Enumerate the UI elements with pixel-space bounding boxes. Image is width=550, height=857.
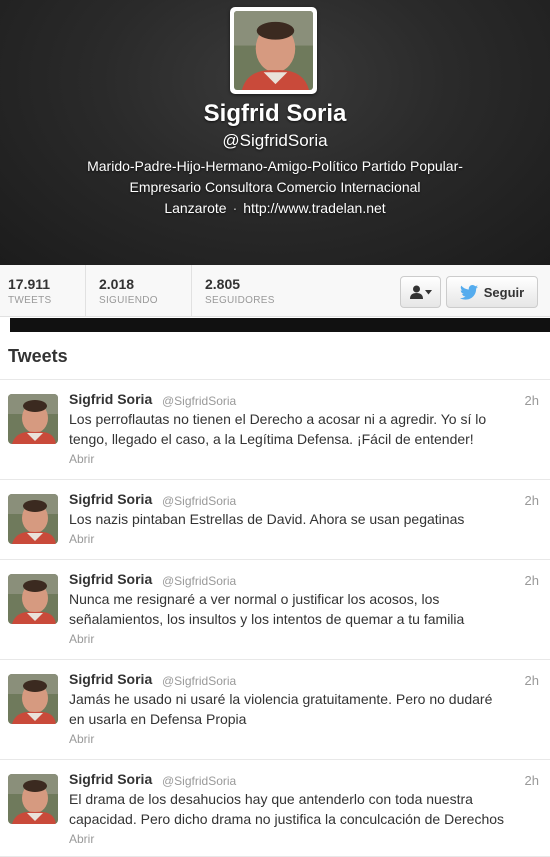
stat-value: 17.911: [8, 276, 51, 292]
tweet-text-line: El drama de los desahucios hay que anten…: [69, 791, 473, 807]
tweet-timestamp[interactable]: 2h: [525, 773, 539, 788]
profile-avatar[interactable]: [230, 7, 317, 94]
tweet-author-handle[interactable]: @SigfridSoria: [162, 494, 236, 508]
profile-meta: Lanzarote · http://www.tradelan.net: [0, 200, 550, 216]
tweet-author-handle[interactable]: @SigfridSoria: [162, 394, 236, 408]
tweet-text-line: señalamientos, los insultos y los intent…: [69, 611, 465, 627]
tweet-timestamp[interactable]: 2h: [525, 673, 539, 688]
profile-url-link[interactable]: http://www.tradelan.net: [243, 200, 385, 216]
tweet-avatar[interactable]: [8, 394, 58, 444]
tweet-text: El drama de los desahucios hay que anten…: [69, 789, 543, 829]
profile-handle: @SigfridSoria: [222, 131, 328, 150]
tweet-text-line: Jamás he usado ni usaré la violencia gra…: [69, 691, 493, 707]
tweet-text-line: Nunca me resignaré a ver normal o justif…: [69, 591, 440, 607]
stat-tweets[interactable]: 17.911 TWEETS: [0, 265, 86, 317]
twitter-bird-icon: [459, 284, 478, 300]
tweet-item[interactable]: Sigfrid Soria @SigfridSoria 2h Los perrofla…: [0, 380, 550, 480]
tweet-timestamp[interactable]: 2h: [525, 493, 539, 508]
tweet-open-link[interactable]: Abrir: [69, 632, 94, 646]
stat-value: 2.805: [205, 276, 241, 292]
tweet-avatar[interactable]: [8, 494, 58, 544]
profile-avatar-image: [234, 11, 313, 90]
follow-button[interactable]: Seguir: [446, 276, 538, 308]
stat-label: SIGUIENDO: [99, 295, 158, 306]
tweet-author-handle[interactable]: @SigfridSoria: [162, 774, 236, 788]
profile-location: Lanzarote: [164, 200, 227, 216]
follow-button-label: Seguir: [483, 284, 525, 300]
tweet-open-link[interactable]: Abrir: [69, 532, 94, 546]
profile-bio-line: Empresario Consultora Comercio Internaci…: [129, 179, 421, 195]
tweet-item[interactable]: Sigfrid Soria @SigfridSoria 2h Jamás he usa…: [0, 660, 550, 760]
tweet-item[interactable]: Sigfrid Soria @SigfridSoria 2h Nunca me res…: [0, 560, 550, 660]
tweet-avatar[interactable]: [8, 774, 58, 824]
tweet-author-name[interactable]: Sigfrid Soria: [69, 771, 152, 787]
profile-bio-line: Marido-Padre-Hijo-Hermano-Amigo-Político…: [87, 158, 463, 174]
tweet-item[interactable]: Sigfrid Soria @SigfridSoria 2h El drama de …: [0, 760, 550, 857]
tweet-text-line: Los perroflautas no tienen el Derecho a …: [69, 411, 487, 427]
tweet-item[interactable]: Sigfrid Soria @SigfridSoria 2h Los nazis pi…: [0, 480, 550, 560]
tweet-text: Jamás he usado ni usaré la violencia gra…: [69, 689, 543, 729]
tweet-author-name[interactable]: Sigfrid Soria: [69, 391, 152, 407]
stat-label: TWEETS: [8, 295, 52, 306]
tweet-author-handle[interactable]: @SigfridSoria: [162, 674, 236, 688]
stat-label: SEGUIDORES: [205, 295, 275, 306]
tweet-open-link[interactable]: Abrir: [69, 452, 94, 466]
header-divider-edge: [0, 318, 10, 332]
tweet-text: Los perroflautas no tienen el Derecho a …: [69, 409, 543, 449]
caret-down-icon: [424, 289, 432, 294]
tweet-author-name[interactable]: Sigfrid Soria: [69, 671, 152, 687]
stat-following[interactable]: 2.018 SIGUIENDO: [86, 265, 192, 317]
stat-value: 2.018: [99, 276, 135, 292]
tweet-text-line: capacidad. Pero dicho drama no justifica…: [69, 811, 505, 827]
profile-header: Sigfrid Soria @SigfridSoria Marido-Padre…: [0, 0, 550, 265]
stat-followers[interactable]: 2.805 SEGUIDORES: [192, 265, 302, 317]
tweet-text-line: tengo, llegado el caso, a la Legítima De…: [69, 431, 474, 447]
tweet-text-line: Los nazis pintaban Estrellas de David. A…: [69, 511, 465, 527]
tweet-author-name[interactable]: Sigfrid Soria: [69, 491, 152, 507]
user-actions-button[interactable]: [400, 276, 441, 308]
meta-separator: ·: [232, 200, 238, 216]
tweet-timestamp[interactable]: 2h: [525, 573, 539, 588]
tweet-open-link[interactable]: Abrir: [69, 732, 94, 746]
tweet-timestamp[interactable]: 2h: [525, 393, 539, 408]
tweet-avatar[interactable]: [8, 674, 58, 724]
person-icon: [409, 285, 423, 299]
tweet-text: Nunca me resignaré a ver normal o justif…: [69, 589, 543, 629]
tweet-author-name[interactable]: Sigfrid Soria: [69, 571, 152, 587]
tweet-open-link[interactable]: Abrir: [69, 832, 94, 846]
tweet-avatar[interactable]: [8, 574, 58, 624]
tweets-heading: Tweets: [8, 346, 68, 366]
tweet-text: Los nazis pintaban Estrellas de David. A…: [69, 509, 543, 529]
profile-bio: Marido-Padre-Hijo-Hermano-Amigo-Político…: [40, 156, 510, 198]
header-divider-strip: [0, 318, 550, 332]
tweet-author-handle[interactable]: @SigfridSoria: [162, 574, 236, 588]
profile-name: Sigfrid Soria: [203, 100, 347, 127]
tweet-text-line: en usarla en Defensa Propia: [69, 711, 247, 727]
